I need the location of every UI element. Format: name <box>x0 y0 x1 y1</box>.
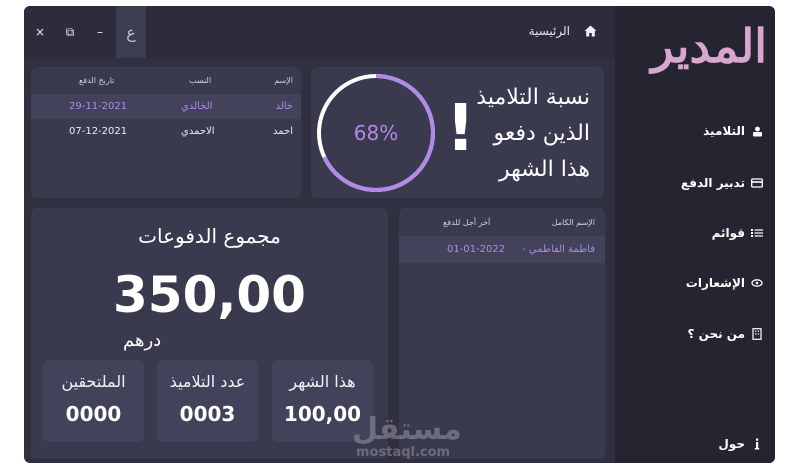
title-bar: × ⧉ – ع الرئيسية <box>24 6 615 58</box>
minimize-button[interactable]: – <box>86 6 114 58</box>
exclamation-icon: ! <box>446 92 476 166</box>
stat-label: هذا الشهر <box>289 372 356 391</box>
cell-name: احمد <box>273 126 293 137</box>
currency-label: درهم <box>123 330 162 351</box>
column-header-date: تاريخ الدفع <box>79 76 115 85</box>
app-window: × ⧉ – ع الرئيسية المدير التلاميذ تدبير ا… <box>24 6 775 463</box>
cell-full-name: - فاطمة الفاطمي <box>522 244 595 255</box>
minimize-icon: – <box>97 25 103 39</box>
sidebar-item-label: التلاميذ <box>703 124 745 138</box>
app-logo: المدير <box>651 19 768 73</box>
column-header-family: النسب <box>189 76 212 85</box>
sidebar-item-info[interactable]: حول <box>718 437 763 451</box>
home-icon <box>584 25 597 37</box>
sidebar-item-label: من نحن ؟ <box>687 327 746 341</box>
sidebar-item-about-us[interactable]: من نحن ؟ <box>688 327 764 341</box>
cell-name: خالد <box>275 101 293 112</box>
stat-value: 0003 <box>179 402 236 426</box>
column-header-full-name: الإسم الكامل <box>551 218 595 227</box>
percentage-line-1: نسبة التلاميذ <box>476 85 590 110</box>
stat-label: عدد التلاميذ <box>169 372 246 391</box>
sidebar-item-payments[interactable]: تدبير الدفع <box>681 176 763 190</box>
cell-date: 29-11-2021 <box>69 101 128 112</box>
stat-value: 0000 <box>65 402 122 426</box>
cell-deadline: 01-01-2022 <box>447 244 506 255</box>
table-row[interactable]: احمد الاحمدي 07-12-2021 <box>31 119 301 144</box>
watermark-latin: mostaql.com <box>356 445 451 460</box>
sidebar-item-label: تدبير الدفع <box>680 176 745 190</box>
notification-icon <box>751 277 763 289</box>
language-icon: ع <box>126 22 136 42</box>
total-payments-title: مجموع الدفوعات <box>138 224 281 248</box>
building-icon <box>751 328 763 340</box>
breadcrumb[interactable]: الرئيسية <box>529 24 597 38</box>
student-icon <box>751 125 763 137</box>
cell-family: الخالدي <box>181 101 213 112</box>
sidebar-item-lists[interactable]: قوائم <box>712 226 763 240</box>
total-payments-card: مجموع الدفوعات 350,00 درهم الملتحقين 000… <box>31 208 388 459</box>
stat-label: الملتحقين <box>61 372 126 391</box>
watermark: مستقل mostaql.com <box>352 414 462 460</box>
total-amount: 350,00 <box>113 266 306 324</box>
percentage-line-3: هذا الشهر <box>499 157 590 182</box>
stat-student-count: عدد التلاميذ 0003 <box>157 360 258 442</box>
sidebar-item-students[interactable]: التلاميذ <box>703 124 763 138</box>
info-icon <box>751 438 763 450</box>
cell-family: الاحمدي <box>181 126 215 137</box>
column-header-deadline: آخر أجل للدفع <box>443 218 491 227</box>
restore-button[interactable]: ⧉ <box>56 6 84 58</box>
sidebar: المدير التلاميذ تدبير الدفع قوائم الإشعا… <box>615 6 775 463</box>
sidebar-item-label: الإشعارات <box>685 276 745 290</box>
restore-icon: ⧉ <box>65 24 75 39</box>
payment-icon <box>751 177 763 189</box>
table-row[interactable]: خالد الخالدي 29-11-2021 <box>31 94 301 119</box>
sidebar-item-label: قوائم <box>711 226 745 240</box>
close-button[interactable]: × <box>26 6 54 58</box>
sidebar-item-label: حول <box>718 437 745 451</box>
breadcrumb-home-label: الرئيسية <box>528 24 570 38</box>
sidebar-item-notifications[interactable]: الإشعارات <box>686 276 763 290</box>
close-icon: × <box>34 25 46 39</box>
column-header-name: الإسم <box>274 76 293 85</box>
cell-date: 07-12-2021 <box>69 126 128 137</box>
recent-payments-table: الإسم النسب تاريخ الدفع خالد الخالدي 29-… <box>31 67 301 198</box>
language-button[interactable]: ع <box>116 6 146 58</box>
percentage-value: 68% <box>353 121 399 145</box>
table-row[interactable]: - فاطمة الفاطمي 01-01-2022 <box>399 236 605 263</box>
watermark-arabic: مستقل <box>352 412 462 447</box>
list-icon <box>751 227 763 239</box>
paid-percentage-card: 68% ! نسبة التلاميذ الذين دفعو هذا الشهر <box>311 67 604 198</box>
stat-enrolled: الملتحقين 0000 <box>43 360 144 442</box>
percentage-line-2: الذين دفعو <box>493 121 590 146</box>
